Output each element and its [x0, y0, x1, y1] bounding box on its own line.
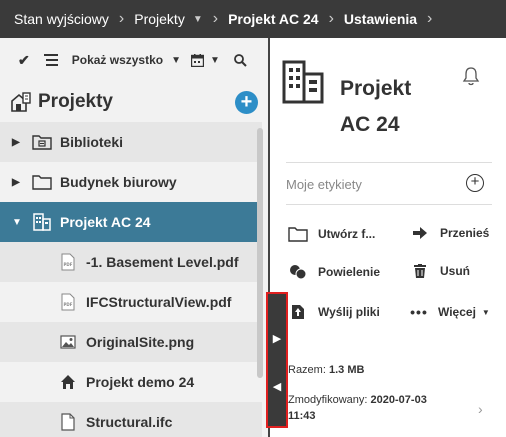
modified-info: Zmodyfikowany: 2020-07-03 11:43	[288, 392, 478, 424]
pdf-file-icon: PDF	[56, 253, 80, 271]
details-panel: Projekt AC 24 Moje etykiety + Utwórz f..…	[270, 38, 506, 437]
toolbar: ✔ Pokaż wszystko ▼ ▼	[0, 38, 268, 82]
expand-panel-button[interactable]: ▶	[268, 318, 286, 358]
collapse-arrow-icon[interactable]: ▼	[12, 217, 24, 228]
building-icon	[30, 213, 54, 231]
move-button[interactable]: Przenieś	[410, 226, 489, 240]
project-title-line2: AC 24	[340, 113, 400, 136]
expand-arrow-icon[interactable]: ▶	[12, 137, 24, 148]
projects-title: Projekty	[38, 91, 113, 112]
divider-line	[286, 204, 492, 205]
send-files-label: Wyślij pliki	[318, 305, 380, 319]
projects-header-icon	[10, 91, 32, 113]
house-icon	[56, 374, 80, 390]
building-icon	[282, 60, 324, 109]
more-button[interactable]: ••• Więcej ▼	[406, 304, 490, 320]
tree-item-budynek-biurowy[interactable]: ▶ Budynek biurowy	[0, 162, 262, 202]
tree-item-projekt-demo-24[interactable]: Projekt demo 24	[0, 362, 262, 402]
svg-text:PDF: PDF	[64, 302, 73, 307]
chevron-right-icon: ›	[328, 10, 334, 27]
calendar-icon[interactable]	[191, 53, 205, 67]
scrollbar[interactable]	[257, 128, 263, 378]
folder-icon	[288, 226, 308, 242]
breadcrumb: Stan wyjściowy › Projekty ▼ › Projekt AC …	[0, 0, 506, 38]
create-folder-button[interactable]: Utwórz f...	[288, 226, 375, 242]
tree-item-label: IFCStructuralView.pdf	[86, 294, 232, 310]
chevron-right-icon: ›	[118, 10, 125, 27]
tree-item-label: Projekt demo 24	[86, 374, 195, 390]
tree-item-label: OriginalSite.png	[86, 334, 195, 350]
send-file-icon	[288, 304, 308, 320]
duplicate-button[interactable]: Powielenie	[288, 264, 380, 280]
chevron-right-icon[interactable]: ›	[478, 401, 483, 417]
total-size-label: Razem:	[288, 364, 326, 376]
breadcrumb-projects-label: Projekty	[134, 11, 185, 27]
more-label: Więcej	[438, 305, 476, 319]
pdf-file-icon: PDF	[56, 293, 80, 311]
delete-label: Usuń	[440, 264, 470, 278]
image-file-icon	[56, 335, 80, 349]
caret-down-icon[interactable]: ▼	[193, 14, 203, 25]
file-icon	[56, 413, 80, 431]
triangle-right-icon: ▶	[272, 332, 282, 345]
caret-down-icon[interactable]: ▼	[171, 55, 181, 66]
total-size: Razem: 1.3 MB	[288, 362, 364, 378]
expand-arrow-icon[interactable]: ▶	[12, 177, 24, 188]
send-files-button[interactable]: Wyślij pliki	[288, 304, 380, 320]
arrow-right-icon	[410, 227, 430, 239]
tree-item-label: Budynek biurowy	[60, 174, 177, 190]
tree-item-label: Structural.ifc	[86, 414, 173, 430]
delete-button[interactable]: Usuń	[410, 264, 470, 278]
modified-time: 11:43	[288, 410, 316, 422]
svg-text:PDF: PDF	[64, 262, 73, 267]
check-icon[interactable]: ✔	[18, 52, 30, 69]
duplicate-icon	[288, 264, 308, 280]
collapse-panel-button[interactable]: ◀	[268, 366, 286, 406]
tree-item-basement-pdf[interactable]: PDF -1. Basement Level.pdf	[0, 242, 262, 282]
duplicate-label: Powielenie	[318, 265, 381, 279]
list-icon[interactable]	[43, 54, 58, 66]
tree-item-ifcstructural-pdf[interactable]: PDF IFCStructuralView.pdf	[0, 282, 262, 322]
tree-item-label: Projekt AC 24	[60, 214, 151, 230]
search-icon[interactable]	[234, 53, 247, 67]
tree-item-originalsite-png[interactable]: OriginalSite.png	[0, 322, 262, 362]
create-folder-label: Utwórz f...	[318, 227, 376, 241]
caret-down-icon[interactable]: ▼	[210, 55, 220, 66]
panel-toggle-tab: ▶ ◀	[266, 292, 288, 428]
total-size-value: 1.3 MB	[328, 364, 365, 376]
library-folder-icon	[30, 134, 54, 150]
breadcrumb-home[interactable]: Stan wyjściowy	[14, 11, 109, 27]
breadcrumb-projects[interactable]: Projekty ▼	[134, 11, 202, 27]
caret-down-icon: ▼	[481, 307, 490, 317]
tree-item-label: Biblioteki	[60, 134, 124, 150]
filter-dropdown[interactable]: Pokaż wszystko	[72, 53, 163, 67]
tree-item-biblioteki[interactable]: ▶ Biblioteki	[0, 122, 262, 162]
move-label: Przenieś	[440, 226, 490, 240]
tree-item-structural-ifc[interactable]: Structural.ifc	[0, 402, 262, 437]
folder-icon	[30, 174, 54, 190]
add-project-button[interactable]: +	[235, 91, 258, 114]
more-dots-icon: •••	[410, 304, 428, 320]
breadcrumb-project[interactable]: Projekt AC 24	[228, 11, 319, 27]
tags-input[interactable]: Moje etykiety	[286, 177, 362, 192]
project-title: Projekt AC 24	[340, 71, 460, 143]
modified-label: Zmodyfikowany:	[288, 394, 368, 406]
trash-icon	[410, 264, 430, 278]
breadcrumb-settings[interactable]: Ustawienia	[344, 11, 417, 27]
project-title-line1: Projekt	[340, 77, 412, 100]
chevron-right-icon: ›	[212, 10, 219, 27]
tree-item-label: -1. Basement Level.pdf	[86, 254, 239, 270]
divider-line	[286, 162, 492, 163]
projects-panel: ✔ Pokaż wszystko ▼ ▼ Projekty + ▶ Biblio…	[0, 38, 268, 437]
modified-date: 2020-07-03	[370, 394, 427, 406]
projects-header: Projekty +	[0, 82, 268, 122]
tree-item-projekt-ac-24[interactable]: ▼ Projekt AC 24	[0, 202, 262, 242]
triangle-left-icon: ◀	[272, 380, 282, 393]
bell-icon[interactable]	[462, 66, 480, 91]
add-tag-button[interactable]: +	[466, 174, 484, 192]
chevron-right-icon: ›	[427, 10, 433, 27]
